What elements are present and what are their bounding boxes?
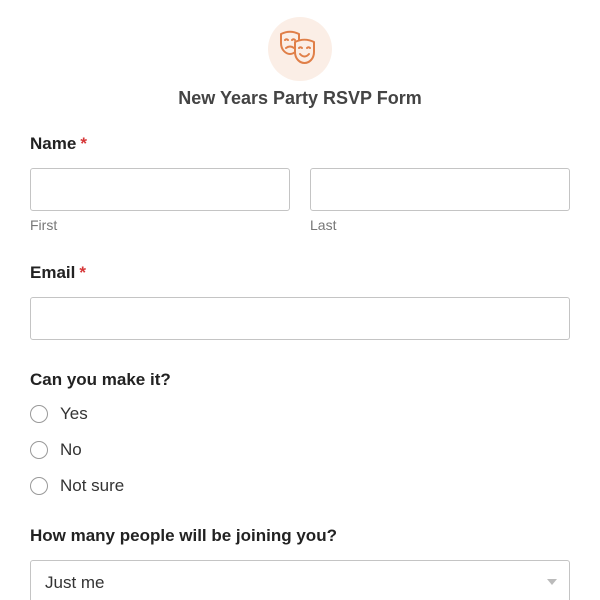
name-label: Name * bbox=[30, 134, 87, 154]
last-name-sublabel: Last bbox=[310, 217, 337, 233]
first-name-sublabel: First bbox=[30, 217, 58, 233]
radio-option-yes[interactable]: Yes bbox=[30, 403, 88, 425]
required-marker: * bbox=[80, 134, 87, 153]
theater-masks-icon bbox=[280, 30, 315, 64]
chevron-down-icon bbox=[547, 579, 557, 585]
form-logo bbox=[268, 17, 332, 81]
form-title: New Years Party RSVP Form bbox=[178, 88, 422, 108]
radio-button[interactable] bbox=[30, 441, 48, 459]
radio-option-no[interactable]: No bbox=[30, 439, 82, 461]
radio-option-label: No bbox=[60, 440, 82, 459]
email-label-text: Email bbox=[30, 263, 76, 282]
email-label: Email * bbox=[30, 263, 86, 283]
email-input[interactable] bbox=[30, 297, 570, 340]
party-size-selected-value: Just me bbox=[45, 573, 105, 592]
radio-button[interactable] bbox=[30, 477, 48, 495]
rsvp-form-page: New Years Party RSVP Form Name * First La… bbox=[0, 0, 600, 600]
party-size-question: How many people will be joining you? bbox=[30, 526, 337, 545]
attendance-question: Can you make it? bbox=[30, 370, 171, 389]
radio-option-not-sure[interactable]: Not sure bbox=[30, 475, 124, 497]
radio-button[interactable] bbox=[30, 405, 48, 423]
name-label-text: Name bbox=[30, 134, 77, 153]
radio-option-label: Yes bbox=[60, 404, 88, 423]
required-marker: * bbox=[79, 263, 86, 282]
radio-option-label: Not sure bbox=[60, 476, 125, 495]
last-name-input[interactable] bbox=[310, 168, 570, 211]
first-name-input[interactable] bbox=[30, 168, 290, 211]
party-size-select[interactable]: Just me bbox=[30, 560, 570, 600]
